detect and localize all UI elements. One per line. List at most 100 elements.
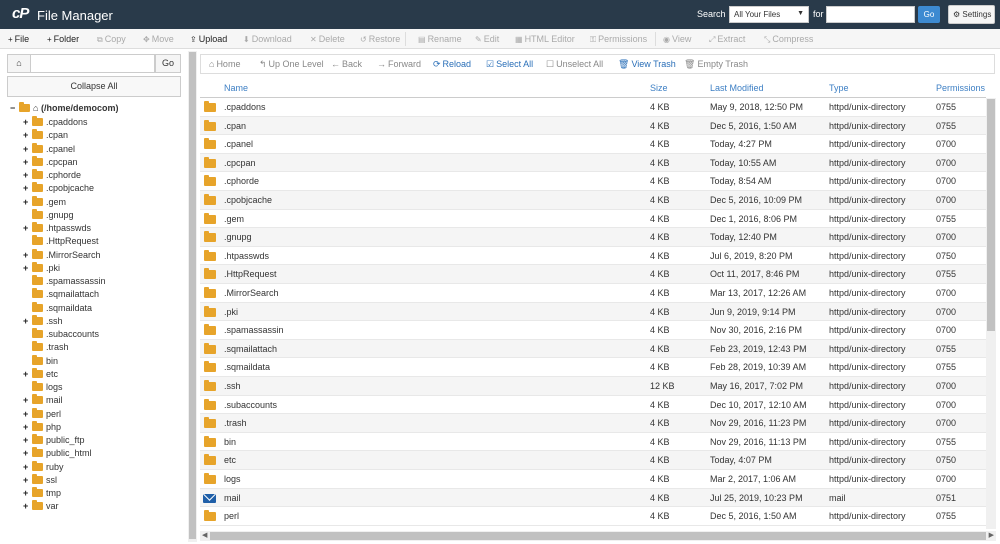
scrollbar-thumb[interactable] <box>210 532 986 540</box>
tree-item[interactable]: .sqmaildata <box>23 301 92 315</box>
scrollbar-thumb[interactable] <box>189 52 196 539</box>
nav-empty-trash-button[interactable]: 🗑 Empty Trash <box>684 55 748 73</box>
column-size[interactable]: Size <box>650 79 668 98</box>
expand-icon[interactable]: + <box>23 461 32 474</box>
table-row[interactable]: .cpobjcache 4 KB Dec 5, 2016, 10:09 PM http… <box>200 191 986 210</box>
path-go-button[interactable]: Go <box>155 54 181 73</box>
tree-home-button[interactable]: ⌂ <box>7 54 31 73</box>
toolbar-upload-button[interactable]: ⇪ Upload <box>190 29 227 49</box>
toolbar-restore-button[interactable]: ↺ Restore <box>360 29 400 49</box>
toolbar-file-button[interactable]: + File <box>8 29 29 49</box>
nav-home-button[interactable]: ⌂ Home <box>209 55 240 73</box>
tree-item[interactable]: + .cpcpan <box>23 155 78 169</box>
table-row[interactable]: .cphorde 4 KB Today, 8:54 AM httpd/unix-dir… <box>200 172 986 191</box>
toolbar-compress-button[interactable]: ⤡ Compress <box>764 29 813 49</box>
tree-item[interactable]: .sqmailattach <box>23 288 99 301</box>
expand-icon[interactable]: + <box>23 408 32 421</box>
collapse-all-button[interactable]: Collapse All <box>7 76 181 97</box>
nav-select-all-button[interactable]: ☑ Select All <box>486 55 533 73</box>
toolbar-move-button[interactable]: ✥ Move <box>143 29 174 49</box>
tree-item[interactable]: + var <box>23 500 59 513</box>
table-row[interactable]: .cpcpan 4 KB Today, 10:55 AM httpd/unix-dir… <box>200 153 986 173</box>
expand-icon[interactable]: + <box>23 143 32 156</box>
tree-item[interactable]: .HttpRequest <box>23 235 99 248</box>
horizontal-scrollbar[interactable]: ◀ ▶ <box>200 531 996 541</box>
expand-icon[interactable]: + <box>23 249 32 262</box>
expand-icon[interactable]: + <box>23 474 32 487</box>
file-list-scrollbar[interactable] <box>986 98 996 529</box>
tree-item[interactable]: + .cpan <box>23 129 68 142</box>
tree-item[interactable]: + .MirrorSearch <box>23 248 101 262</box>
column-permissions[interactable]: Permissions <box>936 79 985 98</box>
tree-item[interactable]: + php <box>23 420 61 434</box>
tree-item[interactable]: + .cpaddons <box>23 116 88 129</box>
expand-icon[interactable]: + <box>23 262 32 275</box>
toolbar-download-button[interactable]: ⬇ Download <box>243 29 292 49</box>
tree-item[interactable]: + tmp <box>23 487 61 500</box>
tree-scrollbar[interactable] <box>188 51 197 542</box>
tree-item[interactable]: + .cpobjcache <box>23 182 94 195</box>
tree-item[interactable]: bin <box>23 354 58 368</box>
expand-icon[interactable]: + <box>23 156 32 169</box>
toolbar-rename-button[interactable]: ▤ Rename <box>418 29 462 49</box>
table-row[interactable]: .trash 4 KB Nov 29, 2016, 11:23 PM httpd/un… <box>200 414 986 433</box>
expand-icon[interactable]: + <box>23 129 32 142</box>
table-row[interactable]: perl 4 KB Dec 5, 2016, 1:50 AM httpd/unix-d… <box>200 507 986 526</box>
tree-item[interactable]: + .cpanel <box>23 142 75 156</box>
collapse-icon[interactable]: − <box>10 102 19 115</box>
tree-item[interactable]: + public_html <box>23 447 92 460</box>
nav-forward-button[interactable]: → Forward <box>377 55 421 73</box>
tree-item[interactable]: + ssl <box>23 473 57 487</box>
tree-item[interactable]: .spamassassin <box>23 275 106 288</box>
toolbar-folder-button[interactable]: + Folder <box>47 29 79 49</box>
scroll-right-icon[interactable]: ▶ <box>989 531 994 541</box>
column-last-modified[interactable]: Last Modified <box>710 79 764 98</box>
settings-button[interactable]: ⚙ Settings <box>948 5 995 24</box>
expand-icon[interactable]: + <box>23 500 32 513</box>
table-row[interactable]: .subaccounts 4 KB Dec 10, 2017, 12:10 AM ht… <box>200 396 986 415</box>
expand-icon[interactable]: + <box>23 182 32 195</box>
table-row[interactable]: .spamassassin 4 KB Nov 30, 2016, 2:16 PM ht… <box>200 321 986 340</box>
table-row[interactable]: .ssh 12 KB May 16, 2017, 7:02 PM httpd/unix… <box>200 377 986 396</box>
tree-item[interactable]: + mail <box>23 394 63 407</box>
expand-icon[interactable]: + <box>23 315 32 328</box>
tree-item[interactable]: + .gem <box>23 195 66 209</box>
nav-back-button[interactable]: ← Back <box>331 55 362 73</box>
expand-icon[interactable]: + <box>23 434 32 447</box>
expand-icon[interactable]: + <box>23 169 32 182</box>
path-input[interactable] <box>31 54 155 73</box>
table-row[interactable]: logs 4 KB Mar 2, 2017, 1:06 AM httpd/unix-d… <box>200 470 986 489</box>
table-row[interactable]: .HttpRequest 4 KB Oct 11, 2017, 8:46 PM htt… <box>200 265 986 284</box>
table-row[interactable]: mail 4 KB Jul 25, 2019, 10:23 PM mail 0751 <box>200 488 986 508</box>
table-row[interactable]: etc 4 KB Today, 4:07 PM httpd/unix-director… <box>200 451 986 470</box>
expand-icon[interactable]: + <box>23 196 32 209</box>
expand-icon[interactable]: + <box>23 394 32 407</box>
tree-item[interactable]: logs <box>23 381 63 394</box>
table-row[interactable]: .cpaddons 4 KB May 9, 2018, 12:50 PM httpd/… <box>200 98 986 117</box>
table-row[interactable]: bin 4 KB Nov 29, 2016, 11:13 PM httpd/unix-… <box>200 433 986 452</box>
tree-item[interactable]: + .cphorde <box>23 169 81 182</box>
tree-item[interactable]: + .pki <box>23 261 60 275</box>
tree-item[interactable]: .gnupg <box>23 208 74 222</box>
nav-reload-button[interactable]: ⟳ Reload <box>433 55 471 73</box>
table-row[interactable]: .sqmailattach 4 KB Feb 23, 2019, 12:43 PM h… <box>200 339 986 359</box>
table-row[interactable]: .gem 4 KB Dec 1, 2016, 8:06 PM httpd/unix-d… <box>200 210 986 229</box>
scroll-left-icon[interactable]: ◀ <box>202 531 207 541</box>
column-type[interactable]: Type <box>829 79 849 98</box>
nav-up-one-level-button[interactable]: ↰ Up One Level <box>259 55 324 73</box>
expand-icon[interactable]: + <box>23 447 32 460</box>
toolbar-extract-button[interactable]: ⤢ Extract <box>709 29 745 49</box>
column-name[interactable]: Name <box>224 79 248 98</box>
search-input[interactable] <box>826 6 915 23</box>
search-scope-select[interactable]: All Your Files ▼ <box>729 6 809 23</box>
toolbar-html-editor-button[interactable]: ▦ HTML Editor <box>515 29 575 49</box>
expand-icon[interactable]: + <box>23 421 32 434</box>
tree-item[interactable]: + perl <box>23 407 61 421</box>
expand-icon[interactable]: + <box>23 487 32 500</box>
toolbar-copy-button[interactable]: ⧉ Copy <box>97 29 126 49</box>
toolbar-view-button[interactable]: ◉ View <box>663 29 691 49</box>
table-row[interactable]: .MirrorSearch 4 KB Mar 13, 2017, 12:26 AM h… <box>200 284 986 303</box>
tree-item[interactable]: .trash <box>23 341 69 354</box>
tree-item[interactable]: + .ssh <box>23 314 63 328</box>
toolbar-delete-button[interactable]: ✕ Delete <box>310 29 345 49</box>
